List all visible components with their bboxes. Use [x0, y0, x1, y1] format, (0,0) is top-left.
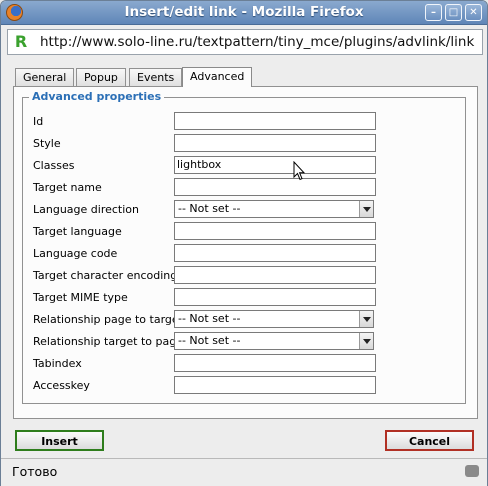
tab-events[interactable]: Events [129, 68, 183, 86]
maximize-button[interactable]: □ [445, 4, 462, 21]
id-input[interactable] [174, 112, 376, 130]
accesskey-input[interactable] [174, 376, 376, 394]
mouse-cursor-icon [293, 161, 305, 181]
label-classes: Classes [33, 159, 75, 172]
chevron-down-icon[interactable] [359, 333, 373, 349]
label-id: Id [33, 115, 44, 128]
label-target-mime-type: Target MIME type [33, 291, 128, 304]
minimize-button[interactable]: – [425, 4, 442, 21]
chevron-down-icon[interactable] [359, 201, 373, 217]
language-code-input[interactable] [174, 244, 376, 262]
relationship-target-to-page-value: -- Not set -- [178, 334, 241, 347]
label-target-character-encoding: Target character encoding [33, 269, 178, 282]
url-text[interactable]: http://www.solo-line.ru/textpattern/tiny… [40, 34, 480, 50]
status-text: Готово [12, 464, 58, 479]
status-bar: Готово [1, 458, 487, 486]
label-tabindex: Tabindex [33, 357, 82, 370]
label-accesskey: Accesskey [33, 379, 90, 392]
title-bar[interactable]: Insert/edit link - Mozilla Firefox – □ ✕ [1, 1, 487, 25]
target-language-input[interactable] [174, 222, 376, 240]
label-target-name: Target name [33, 181, 102, 194]
label-relationship-page-to-target: Relationship page to target [33, 313, 183, 326]
relationship-page-to-target-select[interactable]: -- Not set -- [174, 310, 374, 328]
label-language-direction: Language direction [33, 203, 139, 216]
url-bar[interactable]: R http://www.solo-line.ru/textpattern/ti… [7, 29, 483, 55]
label-target-language: Target language [33, 225, 122, 238]
target-name-input[interactable] [174, 178, 376, 196]
tab-general[interactable]: General [15, 68, 75, 86]
label-style: Style [33, 137, 61, 150]
language-direction-select[interactable]: -- Not set -- [174, 200, 374, 218]
site-favicon-icon: R [14, 32, 28, 51]
chevron-down-icon[interactable] [359, 311, 373, 327]
window-title: Insert/edit link - Mozilla Firefox [124, 4, 364, 20]
insert-button[interactable]: Insert [15, 430, 104, 451]
close-window-button[interactable]: ✕ [465, 4, 482, 21]
language-direction-value: -- Not set -- [178, 202, 241, 215]
target-character-encoding-input[interactable] [174, 266, 376, 284]
puzzle-icon[interactable] [465, 465, 479, 477]
style-input[interactable] [174, 134, 376, 152]
classes-input[interactable]: lightbox [174, 156, 376, 174]
browser-window: Insert/edit link - Mozilla Firefox – □ ✕… [0, 0, 488, 486]
relationship-target-to-page-select[interactable]: -- Not set -- [174, 332, 374, 350]
tab-advanced[interactable]: Advanced [182, 67, 253, 87]
label-relationship-target-to-page: Relationship target to page [33, 335, 183, 348]
cancel-button[interactable]: Cancel [385, 430, 474, 451]
target-mime-type-input[interactable] [174, 288, 376, 306]
relationship-page-to-target-value: -- Not set -- [178, 312, 241, 325]
tab-popup[interactable]: Popup [76, 68, 126, 86]
fieldset-legend: Advanced properties [29, 90, 165, 103]
tabindex-input[interactable] [174, 354, 376, 372]
label-language-code: Language code [33, 247, 118, 260]
